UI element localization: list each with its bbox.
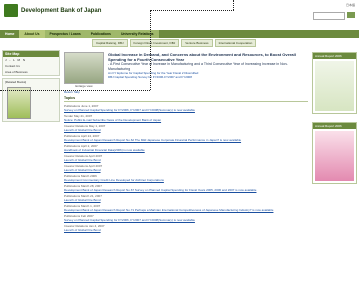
subnav-item[interactable]: Foreign Direct Investment, DBJ bbox=[129, 39, 180, 47]
news-item: Publications Feb 2007 Survey on Planned C… bbox=[64, 214, 308, 222]
nav-home[interactable]: Home bbox=[0, 30, 19, 38]
news-item: Publications June 1, 2007 Survey on Plann… bbox=[64, 104, 308, 112]
news-link[interactable]: Development Bank of Japan Research Repor… bbox=[64, 208, 308, 212]
annual-report-title: Annual Report 2006 bbox=[313, 123, 356, 129]
news-item: Tender May 21, 2007 Notice: Public E-mail… bbox=[64, 114, 308, 122]
annotation-line bbox=[150, 10, 151, 90]
annual-report-box[interactable]: Annual Report 2006 bbox=[312, 52, 357, 114]
news-link[interactable]: Handbook of Industrial Financial Data(20… bbox=[64, 148, 308, 152]
news-link[interactable]: Survey on Planned Capital Spending for F… bbox=[64, 108, 308, 112]
news-link[interactable]: Notice: Public E-mail Subscribe News of … bbox=[64, 118, 308, 122]
right-sidebar: Annual Report 2006 Annual Report 2006 bbox=[312, 52, 357, 300]
nav-publications[interactable]: Publications bbox=[85, 30, 116, 38]
dbj-logo-icon bbox=[4, 4, 18, 17]
news-link[interactable]: Launch of Global Fire Bond bbox=[64, 128, 308, 132]
news-link[interactable]: Development Bank of Japan Research Repor… bbox=[64, 138, 308, 142]
news-link[interactable]: Development Commentary Credit Line Devel… bbox=[64, 178, 308, 182]
sub-nav: Capital Raising, DBJ Foreign Direct Inve… bbox=[92, 39, 257, 47]
news-item: Publications April 2, 2007 Handbook of In… bbox=[64, 144, 308, 152]
topics-header: Topics bbox=[64, 96, 308, 102]
nav-prospectus[interactable]: Prospectus / Loans bbox=[44, 30, 86, 38]
news-list: Publications June 1, 2007 Survey on Plann… bbox=[64, 104, 308, 232]
left-sidebar: Site Map J - L M N Contact Us Area of Bu… bbox=[2, 50, 60, 300]
related-books-box: [Related Books] bbox=[2, 78, 60, 122]
news-link[interactable]: Launch of Global Fire Bond bbox=[64, 158, 308, 162]
annotation-line bbox=[233, 0, 234, 10]
subnav-item[interactable]: International Cooperation bbox=[214, 39, 257, 47]
site-map-box: Site Map J - L M N Contact Us Area of Bu… bbox=[2, 50, 60, 76]
annual-report-cover[interactable] bbox=[315, 131, 354, 181]
logo-text: Development Bank of Japan bbox=[21, 7, 102, 14]
related-books-header: [Related Books] bbox=[5, 80, 27, 84]
nav-about[interactable]: About Us bbox=[19, 30, 45, 38]
nav-university[interactable]: University Relations bbox=[115, 30, 159, 38]
news-item: Investor Relations Jan 4, 2007 Launch of … bbox=[64, 224, 308, 232]
annual-report-cover[interactable] bbox=[315, 61, 354, 111]
annotation-line bbox=[150, 10, 234, 11]
news-link[interactable]: Development Bank of Japan Research Repor… bbox=[64, 188, 308, 192]
enlarge-view-link[interactable]: Enlarge view bbox=[64, 84, 104, 88]
business-area-link[interactable]: Area of Business bbox=[3, 69, 59, 75]
headline-title: Global Increase in Demand, and Concerns … bbox=[108, 52, 296, 62]
headline-block: Enlarge view Global Increase in Demand, … bbox=[64, 52, 308, 88]
annual-report-title: Annual Report 2006 bbox=[313, 53, 356, 59]
headline-thumbnail[interactable] bbox=[64, 52, 104, 84]
subnav-item[interactable]: Capital Raising, DBJ bbox=[92, 39, 128, 47]
main-nav: Home About Us Prospectus / Loans Publica… bbox=[0, 30, 359, 38]
news-item: Publications March 21, 2007 Launch of Glo… bbox=[64, 194, 308, 202]
news-item: Investor Relations April 2007 Launch of G… bbox=[64, 164, 308, 172]
search-input[interactable] bbox=[313, 12, 345, 20]
annual-report-box[interactable]: Annual Report 2006 bbox=[312, 122, 357, 184]
news-link[interactable]: Launch of Global Fire Bond bbox=[64, 198, 308, 202]
news-item: Investor Relations April 2007 Launch of G… bbox=[64, 154, 308, 162]
header: Development Bank of Japan 日本語 bbox=[0, 0, 359, 30]
news-item: Publications April 24, 2007 Development B… bbox=[64, 134, 308, 142]
news-item: Publications March 28, 2007 Development B… bbox=[64, 184, 308, 192]
news-item: Publications March 1, 2007 Development Ba… bbox=[64, 204, 308, 212]
headline-link[interactable]: DBJ Capital Spending Survey for FY2006-F… bbox=[108, 75, 308, 79]
logo[interactable]: Development Bank of Japan bbox=[4, 4, 101, 17]
subnav-item[interactable]: Venture Business bbox=[181, 39, 213, 47]
news-item: Investor Relations May 1, 2007 Launch of … bbox=[64, 124, 308, 132]
language-link[interactable]: 日本語 bbox=[346, 3, 355, 7]
book-cover-image[interactable] bbox=[7, 87, 31, 119]
news-link[interactable]: Launch of Global Fire Bond bbox=[64, 168, 308, 172]
news-link[interactable]: Launch of Global Fire Bond bbox=[64, 228, 308, 232]
news-item: Publications March 2006 Development Comme… bbox=[64, 174, 308, 182]
annotation-line bbox=[0, 90, 150, 91]
news-link[interactable]: Survey on Planned Capital Spending for F… bbox=[64, 218, 308, 222]
headline-subtitle: - A First Consecutive Year of Increase i… bbox=[108, 62, 288, 71]
search-button[interactable] bbox=[347, 12, 355, 18]
